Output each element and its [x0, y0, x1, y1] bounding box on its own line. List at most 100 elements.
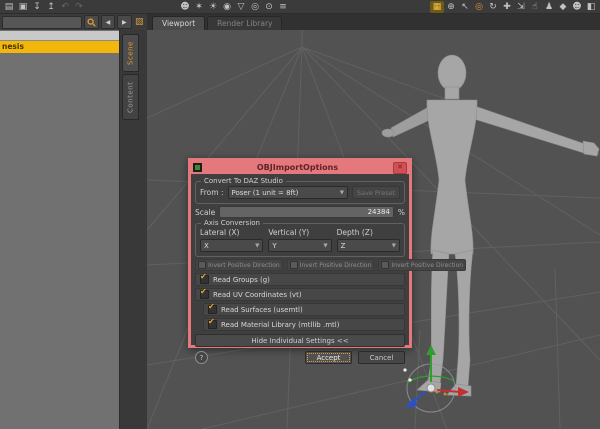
vertical-dropdown[interactable]: Y ▼ — [268, 239, 332, 252]
figure-right-arm — [471, 104, 588, 155]
export-file-icon[interactable]: ↥ — [44, 1, 58, 13]
checkbox-checked-icon[interactable]: ✔ — [208, 317, 217, 329]
hide-individual-settings-button[interactable]: Hide Individual Settings << — [195, 334, 405, 347]
read-material-library-checkbox[interactable]: ✔ Read Material Library (mtllib .mtl) — [203, 317, 405, 331]
axis-group-label: Axis Conversion — [201, 219, 263, 227]
scale-field[interactable]: 24384 — [219, 206, 394, 218]
depth-value: Z — [340, 241, 346, 250]
viewport-tabbar: Viewport Render Library — [147, 14, 600, 30]
convert-group-label: Convert To DAZ Studio — [201, 177, 286, 185]
invert-label: Invert Positive Direction — [208, 261, 280, 269]
read-material-library-label: Read Material Library (mtllib .mtl) — [221, 320, 340, 329]
tab-render-library[interactable]: Render Library — [207, 16, 283, 30]
person-icon[interactable]: ☻ — [570, 1, 584, 13]
scale-tool-icon[interactable]: ⇲ — [514, 1, 528, 13]
read-groups-checkbox[interactable]: ✔ Read Groups (g) — [195, 272, 405, 286]
checkbox-icon — [198, 261, 206, 269]
vertical-label: Vertical (Y) — [268, 228, 310, 237]
create-figure-icon[interactable]: ☻ — [178, 1, 192, 13]
animate-icon[interactable]: ✶ — [192, 1, 206, 13]
figure-left-hand — [381, 128, 395, 138]
checkbox-icon — [289, 261, 298, 269]
search-input[interactable] — [2, 15, 83, 29]
save-file-icon[interactable]: ▣ — [16, 1, 30, 13]
clipped-icon[interactable]: ◧ — [584, 1, 598, 13]
sidebar-tab-content[interactable]: Content — [122, 74, 139, 120]
camera-icon[interactable]: ◎ — [248, 1, 262, 13]
orbit-tool-icon[interactable]: ⊕ — [444, 1, 458, 13]
close-icon[interactable]: ✕ — [393, 161, 407, 174]
import-file-icon[interactable]: ↧ — [30, 1, 44, 13]
figure-tool-icon[interactable]: ♟ — [542, 1, 556, 13]
from-label: From : — [200, 188, 224, 197]
read-surfaces-label: Read Surfaces (usemtl) — [221, 305, 303, 314]
rotate-tool-icon[interactable]: ↻ — [486, 1, 500, 13]
nav-back-button[interactable]: ◀ — [100, 15, 116, 29]
figure-neck — [444, 86, 460, 100]
from-preset-dropdown[interactable]: Poser (1 unit = 8ft) ▼ — [227, 186, 348, 199]
open-file-icon[interactable]: ▤ — [2, 1, 16, 13]
invert-label: Invert Positive Direction — [299, 261, 372, 269]
read-uv-checkbox[interactable]: ✔ Read UV Coordinates (vt) — [195, 287, 405, 301]
scene-item-selected[interactable]: nesis — [0, 41, 119, 53]
search-icon — [87, 17, 96, 27]
search-icon[interactable] — [84, 15, 99, 29]
dialog-titlebar[interactable]: OBJImportOptions ✕ — [191, 161, 409, 174]
translate-tool-icon[interactable]: ✚ — [500, 1, 514, 13]
invert-label: Invert Positive Direction — [391, 261, 464, 269]
spotlight-icon[interactable]: ▽ — [234, 1, 248, 13]
help-button[interactable]: ? — [195, 351, 208, 364]
figure-torso — [426, 99, 478, 255]
read-groups-label: Read Groups (g) — [213, 275, 270, 284]
chevron-down-icon: ▼ — [391, 242, 396, 249]
lateral-value: X — [204, 241, 209, 250]
checkbox-checked-icon[interactable]: ✔ — [208, 302, 217, 314]
dialog-title: OBJImportOptions — [256, 163, 339, 172]
scale-label: Scale — [195, 207, 216, 217]
scale-value: 24384 — [367, 208, 390, 216]
nav-forward-button[interactable]: ▶ — [117, 15, 132, 29]
accept-button[interactable]: Accept — [305, 351, 352, 364]
panel-corner-icon[interactable]: ▨ — [134, 16, 145, 28]
scene-list-icon[interactable]: ≡ — [276, 1, 290, 13]
render-icon[interactable]: ⊙ — [262, 1, 276, 13]
vertical-value: Y — [272, 241, 277, 250]
sidebar-tab-rail: Scene Content — [119, 30, 148, 429]
sidebar-search-bar: ◀ ▶ ▨ — [0, 14, 147, 30]
chevron-down-icon: ▼ — [255, 242, 260, 249]
main-toolbar: ▤ ▣ ↧ ↥ ↶ ↷ ☻ ✶ ☀ ◉ ▽ ◎ ⊙ ≡ ▦ ⊕ ↖ ◎ ↻ ✚ … — [0, 0, 600, 14]
depth-label: Depth (Z) — [336, 228, 373, 237]
checkbox-checked-icon[interactable]: ✔ — [200, 287, 209, 299]
dialog-body: Convert To DAZ Studio From : Poser (1 un… — [191, 174, 467, 367]
depth-dropdown[interactable]: Z ▼ — [336, 239, 400, 252]
pointer-tool-icon[interactable]: ↖ — [458, 1, 472, 13]
gizmo-center[interactable] — [426, 383, 436, 393]
read-surfaces-checkbox[interactable]: ✔ Read Surfaces (usemtl) — [203, 302, 405, 316]
axis-conversion-group: Axis Conversion Lateral (X) Vertical (Y)… — [195, 219, 405, 257]
surface-tool-icon[interactable]: ◎ — [472, 1, 486, 13]
primitive-icon[interactable]: ◆ — [556, 1, 570, 13]
checkbox-checked-icon[interactable]: ✔ — [200, 272, 209, 284]
point-light-icon[interactable]: ◉ — [220, 1, 234, 13]
read-uv-label: Read UV Coordinates (vt) — [213, 290, 302, 299]
sidebar-tab-scene[interactable]: Scene — [122, 34, 139, 72]
checkbox-icon — [381, 261, 390, 269]
chevron-down-icon: ▼ — [323, 242, 328, 249]
active-viewport-tool-icon[interactable]: ▦ — [430, 0, 444, 13]
from-preset-value: Poser (1 unit = 8ft) — [231, 188, 299, 197]
dialog-footer: ? Accept Cancel — [195, 351, 405, 364]
tab-viewport[interactable]: Viewport — [152, 16, 206, 30]
lateral-dropdown[interactable]: X ▼ — [200, 239, 264, 252]
distant-light-icon[interactable]: ☀ — [206, 1, 220, 13]
pose-tool-icon[interactable]: ☝ — [528, 1, 542, 13]
invert-direction-row: Invert Positive Direction Invert Positiv… — [195, 259, 467, 271]
invert-vertical-checkbox: Invert Positive Direction — [286, 259, 375, 271]
save-preset-button: Save Preset — [352, 186, 400, 199]
chevron-down-icon: ▼ — [339, 189, 344, 196]
invert-depth-checkbox: Invert Positive Direction — [378, 259, 467, 271]
figure-head — [437, 54, 467, 92]
daz-studio-window: ▤ ▣ ↧ ↥ ↶ ↷ ☻ ✶ ☀ ◉ ▽ ◎ ⊙ ≡ ▦ ⊕ ↖ ◎ ↻ ✚ … — [0, 0, 600, 429]
lateral-label: Lateral (X) — [200, 228, 240, 237]
obj-import-options-dialog: OBJImportOptions ✕ Convert To DAZ Studio… — [188, 158, 467, 364]
cancel-button[interactable]: Cancel — [358, 351, 405, 364]
